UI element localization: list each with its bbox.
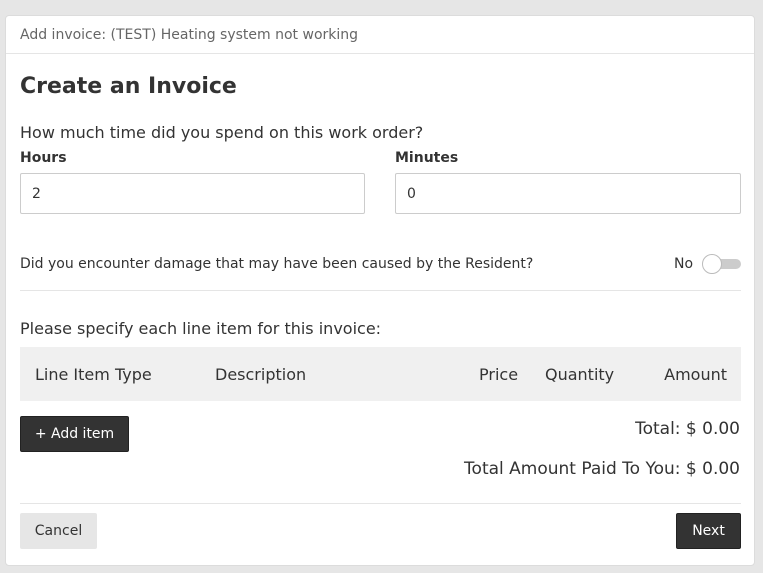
footer-divider	[20, 503, 741, 504]
next-button[interactable]: Next	[676, 513, 741, 549]
section-divider	[20, 290, 741, 291]
total-paid-to-you: Total Amount Paid To You: $ 0.00	[464, 459, 740, 479]
total-amount: Total: $ 0.00	[635, 419, 740, 439]
col-price: Price	[479, 365, 519, 384]
col-line-item-type: Line Item Type	[35, 365, 152, 384]
modal-header: Add invoice: (TEST) Heating system not w…	[6, 16, 754, 54]
col-amount: Amount	[664, 365, 727, 384]
damage-toggle[interactable]	[702, 254, 741, 274]
minutes-input[interactable]	[395, 173, 741, 214]
add-item-button[interactable]: + Add item	[20, 416, 129, 452]
modal-header-title: Add invoice: (TEST) Heating system not w…	[20, 27, 359, 43]
hours-label: Hours	[20, 150, 67, 166]
toggle-knob	[702, 254, 722, 274]
line-items-prompt: Please specify each line item for this i…	[20, 319, 382, 338]
page-title: Create an Invoice	[20, 74, 237, 99]
damage-question: Did you encounter damage that may have b…	[20, 256, 534, 272]
col-quantity: Quantity	[545, 365, 615, 384]
col-description: Description	[215, 365, 307, 384]
damage-toggle-label: No	[674, 256, 694, 272]
cancel-button[interactable]: Cancel	[20, 513, 97, 549]
minutes-label: Minutes	[395, 150, 459, 166]
time-question: How much time did you spend on this work…	[20, 123, 424, 142]
line-items-table-header: Line Item Type Description Price Quantit…	[20, 347, 741, 401]
hours-input[interactable]	[20, 173, 365, 214]
invoice-modal: Add invoice: (TEST) Heating system not w…	[5, 15, 755, 566]
